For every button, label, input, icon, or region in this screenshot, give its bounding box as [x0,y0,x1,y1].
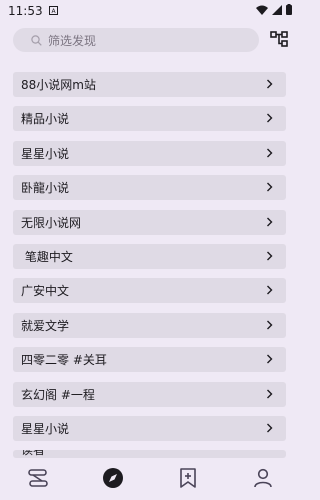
source-item[interactable]: 卧龍小说 [13,175,286,201]
chevron-right-icon [264,423,274,433]
chevron-right-icon [264,285,274,295]
compass-icon [102,467,124,493]
person-icon [253,468,273,492]
chevron-right-icon [264,320,274,330]
source-item-label: 星星小说 [21,146,70,161]
status-time: 11:53 [8,4,43,18]
chevron-right-icon [264,182,274,192]
group-tree-icon [270,31,288,51]
search-input[interactable]: 筛选发现 [13,28,259,52]
bookshelf-icon [27,468,49,492]
battery-icon [286,4,292,18]
group-filter-button[interactable] [268,31,290,51]
source-item[interactable]: 88小说网m站 [13,72,286,97]
source-item[interactable]: 笔趣中文 [13,243,286,269]
nav-discover[interactable] [93,460,133,500]
source-item[interactable]: 无限小说网 [13,209,286,235]
chevron-right-icon [264,354,274,364]
search-icon [31,34,42,46]
wifi-icon [256,4,268,18]
source-item-label: 四零二零 #关耳 [21,353,107,368]
source-item-label: 精品小说 [21,112,70,127]
source-item[interactable]: 就爱文学 [13,312,286,338]
chevron-right-icon [264,389,274,399]
source-item[interactable]: 广安中文 [13,278,286,304]
a-square-icon: A [48,4,58,18]
source-item[interactable]: 玄幻阁 #一程 [13,381,286,407]
chevron-right-icon [264,79,274,89]
source-item[interactable]: 精品小说 [13,106,286,132]
chevron-right-icon [264,217,274,227]
source-item[interactable]: 星星小说 [13,415,286,441]
source-item-label: 笔趣中文 [21,249,73,264]
source-item-label: 玄幻阁 #一程 [21,387,95,402]
chevron-right-icon [264,251,274,261]
source-item-label: 广安中文 [21,284,70,299]
rss-bookmark-icon [179,468,197,492]
nav-my[interactable] [243,460,283,500]
source-list: 88小说网m站 精品小说 星星小说 卧龍小说 无限小说网 笔趣中文 广安中文 就爱文学 四零二… [13,72,286,468]
search-row: 筛选发现 [0,28,300,54]
svg-text:A: A [51,8,56,15]
source-item[interactable]: 四零二零 #关耳 [13,347,286,373]
signal-icon [272,4,282,18]
status-bar: 11:53 A [0,0,300,22]
source-item-label: 读者 [21,450,46,458]
source-item-label: 88小说网m站 [21,78,96,92]
nav-rss[interactable] [168,460,208,500]
chevron-right-icon [264,113,274,123]
source-item-label: 卧龍小说 [21,181,70,196]
search-placeholder: 筛选发现 [48,33,97,48]
source-item[interactable]: 星星小说 [13,140,286,166]
chevron-right-icon [264,148,274,158]
source-item-label: 就爱文学 [21,318,70,333]
source-item-label: 无限小说网 [21,215,82,230]
source-item-label: 星星小说 [21,421,70,436]
nav-bookshelf[interactable] [18,460,58,500]
source-item[interactable]: 读者 [13,450,286,459]
bottom-nav [0,460,300,500]
